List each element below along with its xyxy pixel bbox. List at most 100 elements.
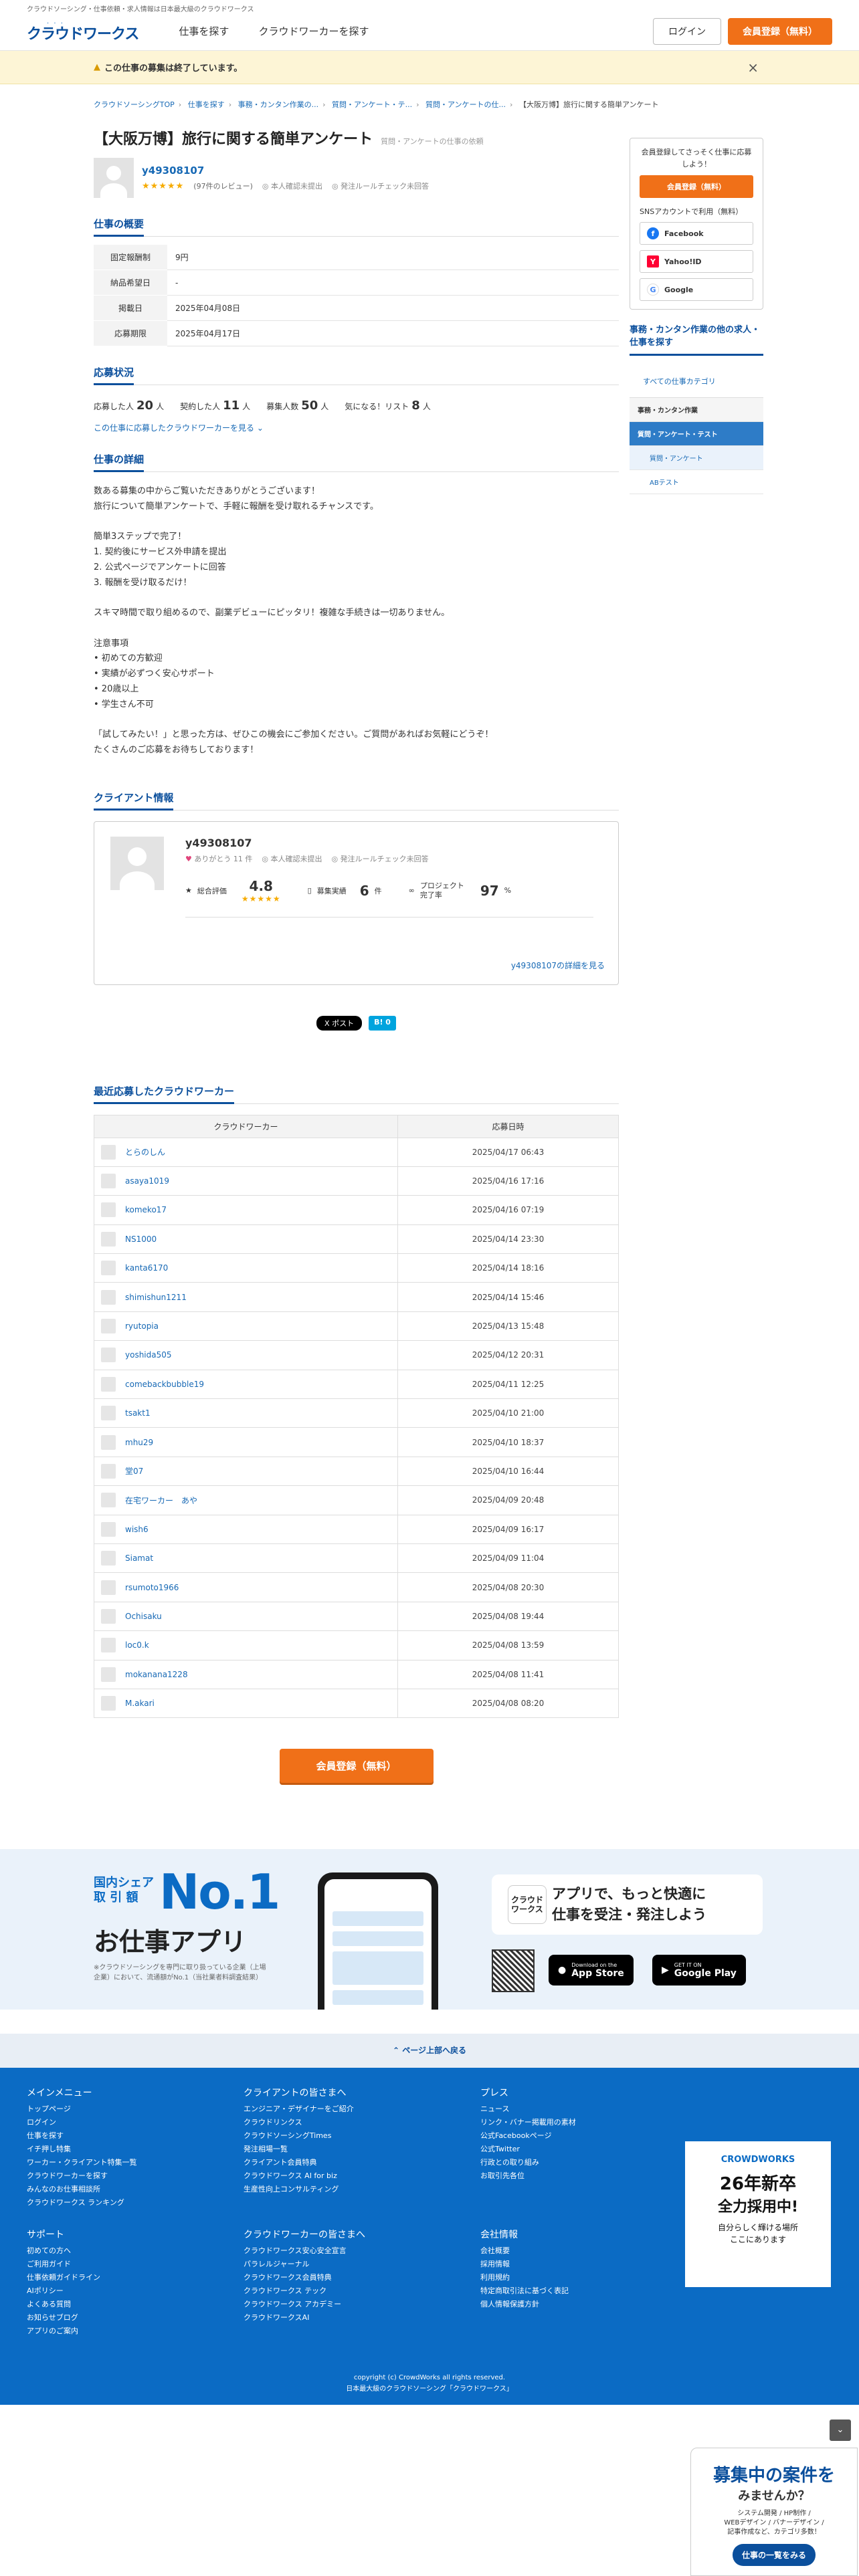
worker-avatar[interactable] [101, 1174, 116, 1189]
reviews-link[interactable]: (97件のレビュー) [193, 181, 253, 191]
footer-link[interactable]: AIポリシー [27, 2284, 100, 2298]
worker-name-link[interactable]: loc0.k [125, 1640, 149, 1650]
worker-avatar[interactable] [101, 1319, 116, 1334]
footer-link[interactable]: 特定商取引法に基づく表記 [480, 2284, 569, 2298]
breadcrumb-item[interactable]: 仕事を探す [188, 100, 225, 109]
job-list-button[interactable]: 仕事の一覧をみる [732, 2544, 816, 2566]
scroll-up-icon[interactable]: ⌄ [830, 2420, 851, 2441]
back-to-top-link[interactable]: ⌃ ページ上部へ戻る [0, 2034, 859, 2068]
footer-link[interactable]: 利用規約 [480, 2271, 569, 2284]
worker-name-link[interactable]: mokanana1228 [125, 1670, 188, 1679]
worker-name-link[interactable]: wish6 [125, 1525, 149, 1534]
footer-link[interactable]: ログイン [27, 2116, 137, 2129]
footer-link[interactable]: クラウドリンクス [244, 2116, 354, 2129]
breadcrumb-item[interactable]: 事務・カンタン作業の... [238, 100, 319, 109]
footer-link[interactable]: お知らせブログ [27, 2311, 100, 2325]
client-detail-link[interactable]: y49308107の詳細を見る [511, 960, 605, 971]
footer-link[interactable]: ご利用ガイド [27, 2258, 100, 2271]
footer-link[interactable]: 公式Facebookページ [480, 2129, 576, 2143]
footer-link[interactable]: リンク・バナー掲載用の素材 [480, 2116, 576, 2129]
footer-link[interactable]: 仕事を探す [27, 2129, 137, 2143]
floating-ad[interactable]: 募集中の案件を みませんか？ システム開発 / HP制作 / WEBデザイン /… [690, 2448, 858, 2576]
footer-link[interactable]: エンジニア・デザイナーをご紹介 [244, 2103, 354, 2116]
close-icon[interactable]: × [747, 60, 759, 76]
worker-name-link[interactable]: 堂07 [125, 1465, 143, 1477]
worker-name-link[interactable]: とらのしん [125, 1146, 165, 1158]
worker-name-link[interactable]: Siamat [125, 1553, 153, 1563]
footer-link[interactable]: クラウドソーシングTimes [244, 2129, 354, 2143]
worker-avatar[interactable] [101, 1580, 116, 1595]
footer-link[interactable]: クラウドワークスAI [244, 2311, 365, 2325]
category-item[interactable]: 事務・カンタン作業 [630, 397, 763, 422]
footer-link[interactable]: 会社概要 [480, 2244, 569, 2258]
recruit-ad[interactable]: CROWDWORKS 26年新卒 全力採用中! 自分らしく輝ける場所 ここにあり… [685, 2141, 831, 2287]
footer-link[interactable]: パラレルジャーナル [244, 2258, 365, 2271]
all-categories-link[interactable]: すべての仕事カテゴリ [630, 356, 763, 397]
worker-avatar[interactable] [101, 1231, 116, 1247]
footer-link[interactable]: 発注相場一覧 [244, 2143, 354, 2156]
footer-link[interactable]: 生産性向上コンサルティング [244, 2183, 354, 2196]
client-name[interactable]: y49308107 [185, 837, 252, 849]
worker-name-link[interactable]: Ochisaku [125, 1612, 162, 1621]
worker-avatar[interactable] [101, 1551, 116, 1566]
footer-link[interactable]: 採用情報 [480, 2258, 569, 2271]
footer-link[interactable]: 仕事依頼ガイドライン [27, 2271, 100, 2284]
footer-link[interactable]: クラウドワークス アカデミー [244, 2298, 365, 2311]
worker-avatar[interactable] [101, 1289, 116, 1305]
worker-avatar[interactable] [101, 1202, 116, 1218]
app-store-button[interactable]: ● Download on the App Store [549, 1955, 634, 1985]
yahoo-login-button[interactable]: Y Yahoo!ID [640, 250, 753, 274]
worker-name-link[interactable]: comebackbubble19 [125, 1380, 204, 1389]
worker-avatar[interactable] [101, 1608, 116, 1624]
worker-name-link[interactable]: yoshida505 [125, 1350, 172, 1360]
show-applicants-link[interactable]: この仕事に応募したクラウドワーカーを見る ⌄ [94, 422, 619, 433]
site-logo[interactable]: · · · クラウドワークス [27, 20, 139, 42]
worker-avatar[interactable] [101, 1434, 116, 1450]
worker-avatar[interactable] [101, 1638, 116, 1653]
worker-avatar[interactable] [101, 1696, 116, 1711]
avatar[interactable] [94, 158, 134, 198]
worker-avatar[interactable] [101, 1261, 116, 1276]
bottom-register-button[interactable]: 会員登録（無料） [279, 1749, 434, 1784]
footer-link[interactable]: ニュース [480, 2103, 576, 2116]
footer-link[interactable]: ワーカー・クライアント特集一覧 [27, 2156, 137, 2169]
category-item-active[interactable]: 質問・アンケート・テスト [630, 421, 763, 446]
hatena-bookmark-button[interactable]: B! 0 [369, 1015, 396, 1031]
worker-name-link[interactable]: komeko17 [125, 1205, 167, 1214]
worker-name-link[interactable]: kanta6170 [125, 1263, 168, 1273]
client-name-link[interactable]: y49308107 [142, 165, 204, 177]
footer-link[interactable]: クラウドワークス会員特典 [244, 2271, 365, 2284]
sidebar-register-button[interactable]: 会員登録（無料） [640, 175, 753, 199]
footer-link[interactable]: イチ押し特集 [27, 2143, 137, 2156]
worker-name-link[interactable]: NS1000 [125, 1235, 157, 1244]
footer-link[interactable]: アプリのご案内 [27, 2325, 100, 2338]
footer-link[interactable]: お取引先各位 [480, 2169, 576, 2183]
footer-link[interactable]: 公式Twitter [480, 2143, 576, 2156]
x-post-button[interactable]: X ポスト [316, 1015, 363, 1031]
footer-link[interactable]: みんなのお仕事相談所 [27, 2183, 137, 2196]
worker-name-link[interactable]: rsumoto1966 [125, 1583, 179, 1592]
worker-name-link[interactable]: mhu29 [125, 1438, 153, 1447]
login-button[interactable]: ログイン [653, 17, 721, 45]
breadcrumb-item[interactable]: 質問・アンケート・テ... [332, 100, 412, 109]
worker-avatar[interactable] [101, 1463, 116, 1479]
worker-avatar[interactable] [101, 1348, 116, 1363]
register-button[interactable]: 会員登録（無料） [728, 17, 832, 45]
footer-link[interactable]: クライアント会員特典 [244, 2156, 354, 2169]
footer-link[interactable]: クラウドワークス安心安全宣言 [244, 2244, 365, 2258]
breadcrumb-item[interactable]: クラウドソーシングTOP [94, 100, 175, 109]
worker-name-link[interactable]: 在宅ワーカー あや [125, 1495, 197, 1506]
worker-avatar[interactable] [101, 1667, 116, 1682]
avatar[interactable] [110, 836, 164, 890]
worker-avatar[interactable] [101, 1376, 116, 1392]
breadcrumb-item[interactable]: 質問・アンケートの仕... [425, 100, 506, 109]
footer-link[interactable]: クラウドワークス テック [244, 2284, 365, 2298]
worker-avatar[interactable] [101, 1493, 116, 1508]
google-login-button[interactable]: G Google [640, 278, 753, 302]
worker-avatar[interactable] [101, 1144, 116, 1160]
worker-avatar[interactable] [101, 1406, 116, 1421]
footer-link[interactable]: 行政との取り組み [480, 2156, 576, 2169]
footer-link[interactable]: クラウドワークス AI for biz [244, 2169, 354, 2183]
worker-avatar[interactable] [101, 1521, 116, 1537]
worker-name-link[interactable]: asaya1019 [125, 1176, 169, 1186]
